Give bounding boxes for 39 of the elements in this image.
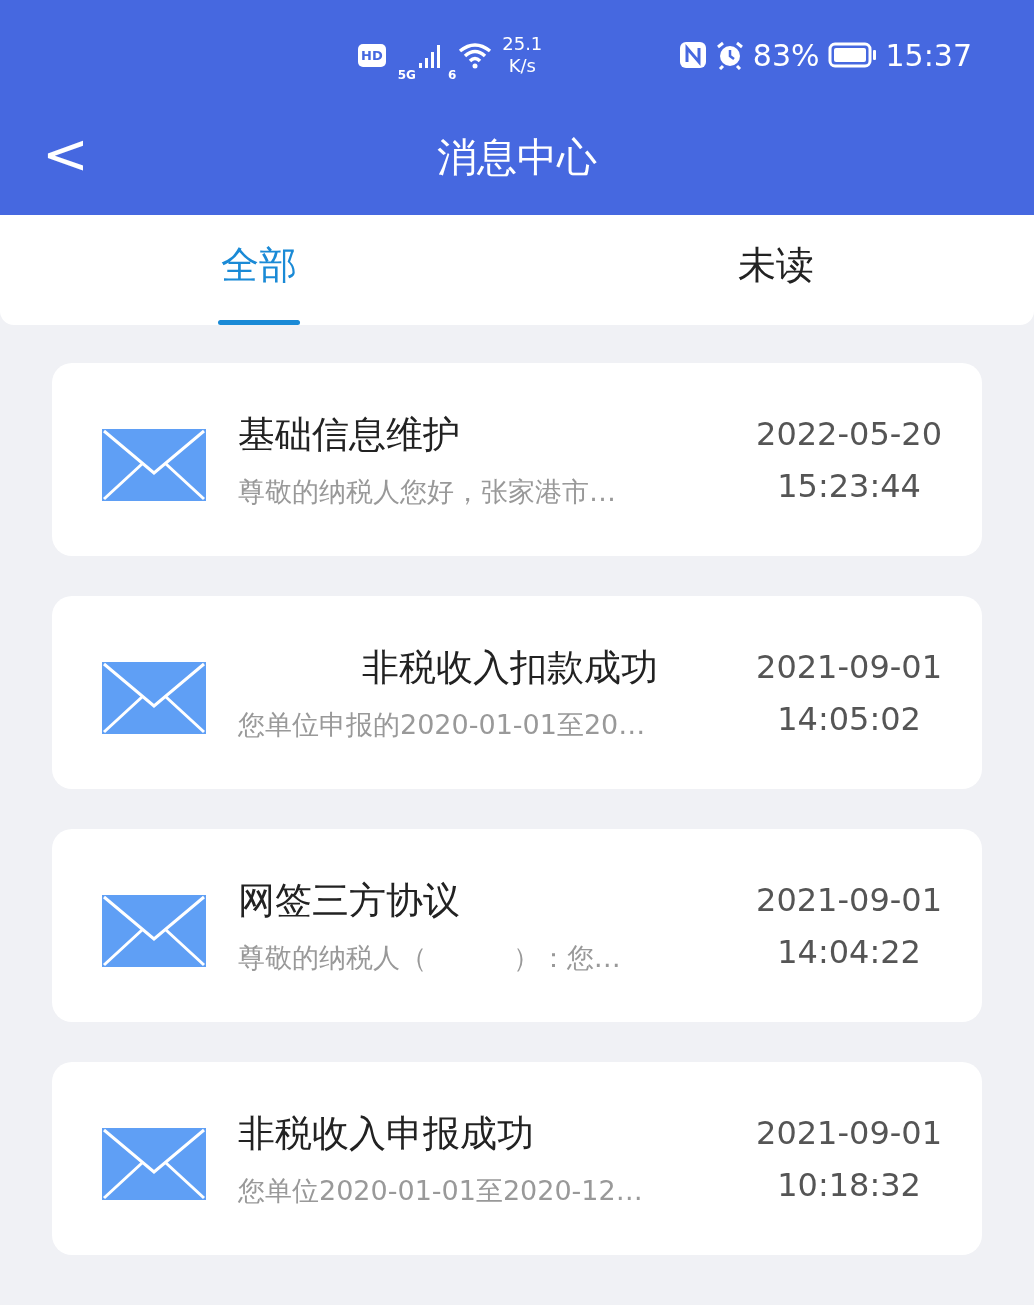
message-preview: 您单位2020-01-01至2020-12… [238, 1173, 644, 1208]
tab[interactable]: 未读 [517, 215, 1034, 325]
alarm-icon [714, 40, 745, 70]
envelope-icon [102, 661, 206, 734]
net-speed: 25.1 [502, 33, 543, 55]
message-card[interactable]: 网签三方协议 尊敬的纳税人（ ）：您… 2021-09-01 14:04:22 [52, 829, 982, 1022]
message-card[interactable]: 非税收入扣款成功 您单位申报的2020-01-01至20… 2021-09-01 14:05:02 [52, 596, 982, 789]
message-time: 10:18:32 [777, 1165, 921, 1204]
net-speed-unit: K/s [508, 55, 536, 77]
envelope-icon [102, 894, 206, 967]
message-title: 非税收入扣款成功 [361, 644, 659, 691]
nfc-icon [678, 41, 707, 69]
network-label: 5G [397, 68, 416, 82]
wifi-icon [458, 41, 493, 69]
page-title: 消息中心 [437, 133, 597, 182]
tab[interactable]: 全部 [0, 215, 517, 325]
envelope-icon [102, 428, 206, 501]
message-title: 非税收入申报成功 [238, 1110, 535, 1157]
battery-icon [827, 42, 878, 68]
message-preview: 尊敬的纳税人您好，张家港市… [238, 474, 617, 509]
message-date: 2021-09-01 [756, 1113, 942, 1152]
message-date: 2021-09-01 [756, 647, 942, 686]
message-time: 14:04:22 [777, 932, 921, 971]
message-title: 基础信息维护 [238, 411, 461, 458]
envelope-icon [102, 1127, 206, 1200]
wifi-band-label: 6 [447, 68, 457, 82]
message-card[interactable]: 基础信息维护 尊敬的纳税人您好，张家港市… 2022-05-20 15:23:44 [52, 363, 982, 556]
message-preview: 您单位申报的2020-01-01至20… [238, 707, 647, 742]
message-card[interactable]: 非税收入申报成功 您单位2020-01-01至2020-12… 2021-09-01 10:18:32 [52, 1062, 982, 1255]
message-preview: 尊敬的纳税人（ ）：您… [238, 940, 622, 975]
message-time: 15:23:44 [777, 466, 921, 505]
message-title: 网签三方协议 [238, 877, 461, 924]
message-date: 2021-09-01 [756, 880, 942, 919]
clock: 15:37 [885, 37, 972, 73]
message-date: 2022-05-20 [756, 414, 942, 453]
message-time: 14:05:02 [777, 699, 921, 738]
battery-percent: 83% [752, 37, 820, 73]
hd-badge: HD [358, 43, 386, 67]
back-button[interactable]: < [42, 124, 89, 184]
